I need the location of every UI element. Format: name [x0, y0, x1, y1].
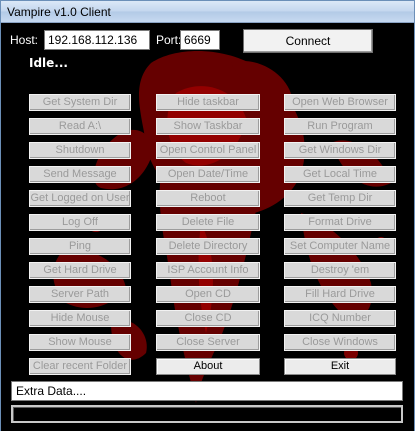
run-program-button[interactable]: Run Program	[284, 118, 396, 135]
close-windows-button[interactable]: Close Windows	[284, 334, 396, 351]
server-path-button[interactable]: Server Path	[29, 286, 131, 303]
get-system-dir-button[interactable]: Get System Dir	[29, 94, 131, 111]
clear-recent-folder-button[interactable]: Clear recent Folder	[29, 358, 131, 375]
host-label: Host:	[10, 33, 39, 47]
status-text: Idle...	[29, 56, 68, 70]
format-drive-button[interactable]: Format Drive	[284, 214, 396, 231]
icq-number-button[interactable]: ICQ Number	[284, 310, 396, 327]
open-cd-button[interactable]: Open CD	[156, 286, 260, 303]
about-button[interactable]: About	[156, 358, 260, 375]
window-title: Vampire v1.0 Client	[7, 5, 111, 19]
destroy-em-button[interactable]: Destroy 'em	[284, 262, 396, 279]
port-input[interactable]: 6669	[180, 30, 220, 50]
fill-hard-drive-button[interactable]: Fill Hard Drive	[284, 286, 396, 303]
client-area: Host: 192.168.112.136 Port: 6669 Connect…	[1, 23, 414, 431]
ping-button[interactable]: Ping	[29, 238, 131, 255]
hide-mouse-button[interactable]: Hide Mouse	[29, 310, 131, 327]
connect-button[interactable]: Connect	[243, 29, 373, 53]
get-logged-on-user-button[interactable]: Get Logged on User	[29, 190, 131, 207]
delete-file-button[interactable]: Delete File	[156, 214, 260, 231]
set-computer-name-button[interactable]: Set Computer Name	[284, 238, 396, 255]
close-server-button[interactable]: Close Server	[156, 334, 260, 351]
send-message-button[interactable]: Send Message	[29, 166, 131, 183]
read-a-button[interactable]: Read A:\	[29, 118, 131, 135]
show-taskbar-button[interactable]: Show Taskbar	[156, 118, 260, 135]
title-bar: Vampire v1.0 Client	[1, 1, 414, 23]
show-mouse-button[interactable]: Show Mouse	[29, 334, 131, 351]
get-hard-drive-button[interactable]: Get Hard Drive	[29, 262, 131, 279]
open-date-time-button[interactable]: Open Date/Time	[156, 166, 260, 183]
log-off-button[interactable]: Log Off	[29, 214, 131, 231]
get-local-time-button[interactable]: Get Local Time	[284, 166, 396, 183]
open-web-browser-button[interactable]: Open Web Browser	[284, 94, 396, 111]
close-cd-button[interactable]: Close CD	[156, 310, 260, 327]
open-control-panel-button[interactable]: Open Control Panel	[156, 142, 260, 159]
exit-button[interactable]: Exit	[284, 358, 396, 375]
extra-data-field[interactable]: Extra Data....	[11, 381, 403, 401]
delete-directory-button[interactable]: Delete Directory	[156, 238, 260, 255]
isp-account-info-button[interactable]: ISP Account Info	[156, 262, 260, 279]
port-label: Port:	[156, 33, 182, 47]
shutdown-button[interactable]: Shutdown	[29, 142, 131, 159]
host-input[interactable]: 192.168.112.136	[44, 30, 150, 50]
hide-taskbar-button[interactable]: Hide taskbar	[156, 94, 260, 111]
progress-bar	[11, 405, 403, 423]
app-window: Vampire v1.0 Client Host: 192.168.112.13…	[0, 0, 415, 431]
get-windows-dir-button[interactable]: Get Windows Dir	[284, 142, 396, 159]
get-temp-dir-button[interactable]: Get Temp Dir	[284, 190, 396, 207]
reboot-button[interactable]: Reboot	[156, 190, 260, 207]
